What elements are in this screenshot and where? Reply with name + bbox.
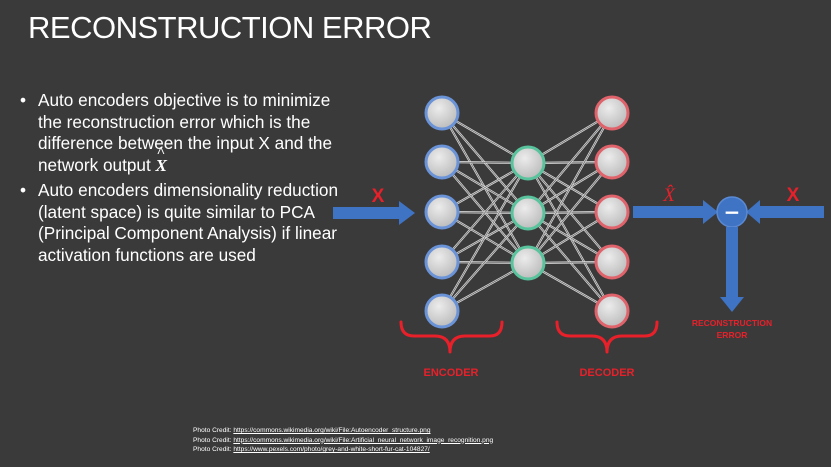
error-down-arrow: [720, 227, 744, 312]
credit-link[interactable]: https://commons.wikimedia.org/wiki/File:…: [233, 437, 493, 444]
latent-node: [510, 195, 546, 231]
output-x-hat-label: X̂: [662, 185, 676, 206]
latent-node: [510, 245, 546, 281]
compare-arrow: [746, 200, 824, 224]
credit-line: Photo Credit: https://commons.wikimedia.…: [193, 436, 493, 446]
autoencoder-diagram: X X̂ X − RECONSTRUCTION ERROR ENCODER DE…: [333, 95, 824, 379]
decoder-label: DECODER: [579, 367, 634, 379]
slide: RECONSTRUCTION ERROR • Auto encoders obj…: [0, 0, 831, 467]
network-connection-shadow: [527, 112, 613, 264]
compare-x-label: X: [787, 185, 800, 206]
credit-prefix: Photo Credit:: [193, 427, 234, 434]
output-node: [594, 293, 630, 329]
input-node: [424, 293, 460, 329]
minus-icon: −: [724, 200, 741, 224]
input-node: [424, 244, 460, 280]
output-node: [594, 95, 630, 131]
credit-prefix: Photo Credit:: [193, 446, 234, 453]
reconstruction-error-label-2: ERROR: [717, 330, 748, 340]
photo-credits: Photo Credit: https://commons.wikimedia.…: [193, 426, 493, 455]
credit-link[interactable]: https://commons.wikimedia.org/wiki/File:…: [233, 427, 430, 434]
output-node: [594, 144, 630, 180]
output-arrow: [633, 200, 718, 224]
input-node: [424, 95, 460, 131]
network-connection-shadow: [441, 162, 529, 312]
reconstruction-error-label: RECONSTRUCTION: [692, 318, 772, 328]
input-x-label: X: [372, 186, 385, 207]
credit-link[interactable]: https://www.pexels.com/photo/grey-and-wh…: [233, 446, 429, 453]
encoder-brace: [399, 320, 504, 354]
output-node: [594, 194, 630, 230]
input-node: [424, 144, 460, 180]
credit-prefix: Photo Credit:: [193, 436, 234, 444]
output-node: [594, 244, 630, 280]
credit-line: Photo Credit: https://www.pexels.com/pho…: [193, 445, 493, 455]
credit-line: Photo Credit: https://commons.wikimedia.…: [193, 426, 493, 436]
encoder-label: ENCODER: [423, 367, 478, 379]
latent-node: [510, 145, 546, 181]
input-node: [424, 194, 460, 230]
